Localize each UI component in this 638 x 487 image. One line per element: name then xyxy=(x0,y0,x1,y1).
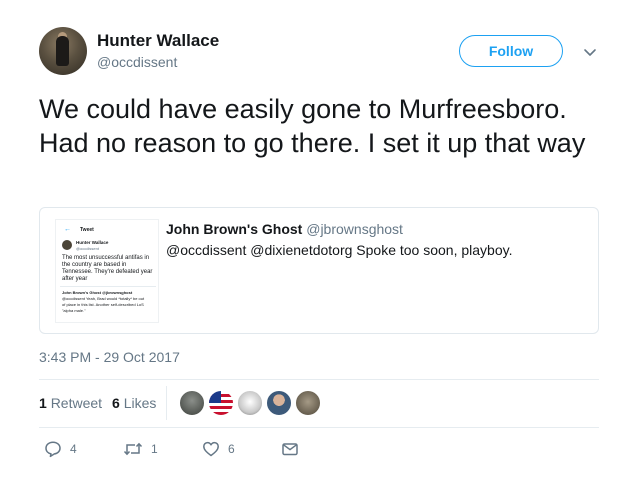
likes-stat[interactable]: 6 Likes xyxy=(112,395,156,411)
thumb-reply-line: "alpha male." xyxy=(62,308,86,313)
chevron-down-icon[interactable] xyxy=(582,44,598,60)
retweet-stat-label: Retweet xyxy=(50,395,103,411)
engagement-stats: 1 Retweet 6 Likes xyxy=(39,395,156,411)
thumb-reply-name: John Brown's Ghost @jbrownsghost xyxy=(62,290,133,295)
thumb-avatar xyxy=(62,240,72,250)
liker-avatar[interactable] xyxy=(266,390,292,416)
stats-separator xyxy=(166,386,167,420)
quoted-tweet-text: @occdissent @dixienetdotorg Spoke too so… xyxy=(166,242,513,258)
direct-message-button[interactable] xyxy=(281,440,299,458)
thumb-text-line: after year xyxy=(62,276,88,282)
liker-avatar[interactable] xyxy=(237,390,263,416)
quoted-tweet-thumbnail: ← Tweet Hunter Wallace @occdissent The m… xyxy=(55,219,159,323)
thumb-header: Tweet xyxy=(80,227,94,233)
reply-count: 4 xyxy=(70,442,77,456)
divider xyxy=(39,427,599,428)
thumb-name: Hunter Wallace xyxy=(76,240,109,245)
likers-avatars xyxy=(179,390,321,416)
follow-button[interactable]: Follow xyxy=(459,35,563,67)
retweet-icon xyxy=(123,442,143,456)
like-button[interactable]: 6 xyxy=(202,440,235,458)
retweet-action-count: 1 xyxy=(151,442,158,456)
tweet-timestamp[interactable]: 3:43 PM - 29 Oct 2017 xyxy=(39,349,180,365)
author-avatar[interactable] xyxy=(39,27,87,75)
heart-icon xyxy=(203,441,219,457)
quoted-author-name: John Brown's Ghost xyxy=(166,221,303,237)
likes-stat-label: Likes xyxy=(123,395,157,411)
thumb-reply-line: of place in this list. Another self-desc… xyxy=(62,302,144,307)
author-name[interactable]: Hunter Wallace xyxy=(97,31,219,51)
avatar-figure xyxy=(56,36,69,66)
thumb-text-line: The most unsuccessful antifas in xyxy=(62,255,150,261)
liker-avatar[interactable] xyxy=(295,390,321,416)
thumb-text-line: the country are based in xyxy=(62,262,127,268)
envelope-icon xyxy=(282,443,298,456)
quoted-author[interactable]: John Brown's Ghost @jbrownsghost xyxy=(166,221,403,237)
retweet-stat[interactable]: 1 Retweet xyxy=(39,395,102,411)
author-handle[interactable]: @occdissent xyxy=(97,54,177,70)
tweet-text: We could have easily gone to Murfreesbor… xyxy=(39,94,586,158)
quoted-tweet-card[interactable]: ← Tweet Hunter Wallace @occdissent The m… xyxy=(39,207,599,334)
reply-button[interactable]: 4 xyxy=(44,440,77,458)
reply-icon xyxy=(45,441,61,458)
thumb-back-arrow-icon: ← xyxy=(64,226,71,233)
liker-avatar[interactable] xyxy=(208,390,234,416)
thumb-handle: @occdissent xyxy=(76,246,99,251)
thumb-text-line: Tennessee. They're defeated year xyxy=(62,269,153,275)
liker-avatar[interactable] xyxy=(179,390,205,416)
retweet-count: 1 xyxy=(39,395,47,411)
likes-count: 6 xyxy=(112,395,120,411)
thumb-reply-line: @occdissent Yeah, Brad would *totally* b… xyxy=(62,296,145,301)
divider xyxy=(39,379,599,380)
quoted-author-handle: @jbrownsghost xyxy=(306,221,403,237)
retweet-button[interactable]: 1 xyxy=(123,440,158,458)
thumb-divider xyxy=(60,286,156,287)
like-count: 6 xyxy=(228,442,235,456)
